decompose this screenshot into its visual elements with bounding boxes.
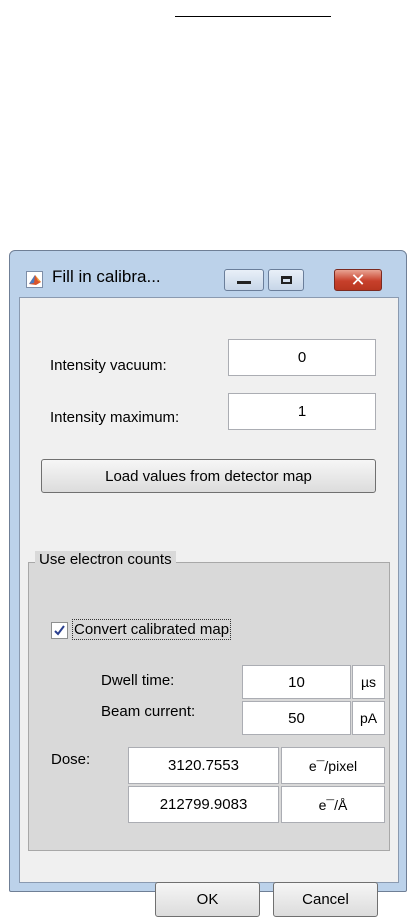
dwell-time-field[interactable]: 10 bbox=[242, 665, 351, 699]
minimize-icon bbox=[237, 281, 251, 284]
dwell-time-unit: µs bbox=[352, 665, 385, 699]
intensity-vacuum-field[interactable]: 0 bbox=[228, 339, 376, 376]
dose-per-area-field[interactable]: 212799.9083 bbox=[128, 786, 279, 823]
intensity-maximum-label: Intensity maximum: bbox=[50, 409, 180, 426]
beam-current-unit: pA bbox=[352, 701, 385, 735]
group-title: Use electron counts bbox=[35, 551, 176, 568]
ok-button[interactable]: OK bbox=[155, 882, 260, 917]
dose-per-area-unit: e¯/Å bbox=[281, 786, 385, 823]
electron-counts-group: Use electron counts Convert calibrated m… bbox=[28, 551, 390, 851]
window-title: Fill in calibra... bbox=[52, 267, 161, 286]
dose-label: Dose: bbox=[51, 751, 91, 768]
dialog-content: Intensity vacuum: 0 Intensity maximum: 1… bbox=[19, 297, 399, 917]
dose-per-pixel-field[interactable]: 3120.7553 bbox=[128, 747, 279, 784]
matlab-icon[interactable] bbox=[26, 271, 43, 288]
title-bar[interactable]: Fill in calibra... ✕ bbox=[10, 251, 406, 295]
close-icon: ✕ bbox=[350, 269, 366, 291]
beam-current-field[interactable]: 50 bbox=[242, 701, 351, 735]
beam-current-label: Beam current: bbox=[101, 703, 196, 720]
maximize-button[interactable] bbox=[268, 269, 304, 291]
maximize-icon bbox=[280, 276, 292, 284]
cancel-button[interactable]: Cancel bbox=[273, 882, 378, 917]
intensity-vacuum-label: Intensity vacuum: bbox=[50, 357, 167, 374]
dwell-time-label: Dwell time: bbox=[101, 672, 175, 689]
dialog-window: Fill in calibra... ✕ Intensity vacuum: 0… bbox=[9, 250, 407, 917]
top-divider-line bbox=[175, 16, 331, 17]
intensity-maximum-field[interactable]: 1 bbox=[228, 393, 376, 430]
checkmark-icon bbox=[54, 625, 65, 636]
convert-checkbox[interactable] bbox=[51, 622, 68, 639]
load-values-button[interactable]: Load values from detector map bbox=[41, 459, 376, 493]
close-button[interactable]: ✕ bbox=[334, 269, 382, 291]
minimize-button[interactable] bbox=[224, 269, 264, 291]
dose-per-pixel-unit: e¯/pixel bbox=[281, 747, 385, 784]
convert-checkbox-label[interactable]: Convert calibrated map bbox=[71, 619, 232, 640]
